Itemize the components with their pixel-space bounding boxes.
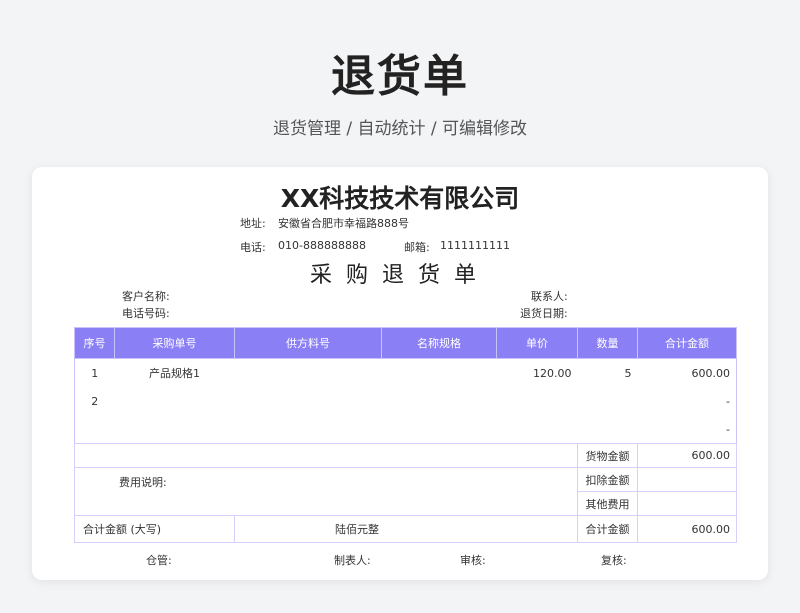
cell-amount[interactable]: - (637, 387, 737, 415)
goods-amount-row: 货物金额 600.00 (74, 443, 737, 468)
cell-supplier[interactable] (235, 359, 382, 388)
cell-spec[interactable] (382, 387, 497, 415)
hero-subtitle: 退货管理 / 自动统计 / 可编辑修改 (272, 119, 528, 139)
other-fee-label: 其他费用 (577, 491, 638, 516)
total-label: 合计金额 (577, 515, 638, 543)
document-title: 采购退货单 (309, 263, 490, 288)
table-header-row: 序号 采购单号 供方料号 名称规格 单价 数量 合计金额 (74, 327, 737, 359)
contact-person-label: 联系人: (531, 290, 568, 303)
deduct-label: 扣除金额 (577, 467, 638, 492)
cell-no[interactable] (74, 415, 115, 444)
header-supplier-part: 供方料号 (234, 327, 382, 359)
total-upper-label: 合计金额 (大写) (74, 515, 235, 543)
warehouse-signature-label: 仓管: (146, 554, 172, 567)
return-form-card: XX科技技术有限公司 地址: 安徽省合肥市幸福路888号 电话: 010-888… (32, 167, 768, 580)
table-row: 2 - (74, 387, 737, 415)
address-label: 地址: (240, 217, 266, 230)
header-spec: 名称规格 (381, 327, 497, 359)
cell-spec[interactable] (381, 415, 497, 444)
cell-order[interactable] (114, 415, 235, 444)
deduct-row: 费用说明: 扣除金额 (74, 467, 737, 516)
cell-qty[interactable]: 5 (578, 359, 638, 388)
goods-amount-value[interactable]: 600.00 (637, 443, 737, 468)
cell-price[interactable] (497, 387, 578, 415)
header-price: 单价 (496, 327, 578, 359)
cell-no[interactable]: 2 (74, 387, 115, 415)
cell-price[interactable] (496, 415, 578, 444)
recheck-signature-label: 复核: (601, 554, 627, 567)
header-qty: 数量 (577, 327, 638, 359)
table-row: 1 产品规格1 120.00 5 600.00 (74, 358, 737, 388)
cell-spec[interactable] (382, 359, 497, 388)
total-row: 合计金额 (大写) 陆佰元整 合计金额 600.00 (74, 515, 737, 543)
cell-no[interactable]: 1 (74, 358, 115, 387)
header-amount: 合计金额 (637, 327, 737, 359)
company-name: XX科技技术有限公司 (280, 184, 520, 213)
customer-name-label: 客户名称: (122, 290, 170, 303)
phone-value: 010-888888888 (278, 239, 366, 252)
table-row: - (74, 415, 737, 444)
maker-signature-label: 制表人: (334, 554, 371, 567)
return-date-label: 退货日期: (520, 307, 568, 320)
cell-amount[interactable]: - (637, 415, 737, 444)
total-upper-value[interactable]: 陆佰元整 (234, 515, 578, 543)
cell-order[interactable] (115, 387, 235, 415)
header-no: 序号 (74, 327, 115, 359)
cell-qty[interactable] (578, 387, 638, 415)
email-label: 邮箱: (404, 241, 430, 254)
cell-amount[interactable]: 600.00 (637, 358, 737, 387)
hero-title: 退货单 (331, 51, 469, 102)
fee-note-label[interactable]: 费用说明: (74, 467, 578, 516)
phone-label: 电话: (240, 241, 266, 254)
address-value: 安徽省合肥市幸福路888号 (278, 217, 409, 230)
email-value: 1111111111 (440, 239, 510, 252)
return-items-table: 序号 采购单号 供方料号 名称规格 单价 数量 合计金额 1 产品规格1 120… (74, 327, 737, 543)
cell-supplier[interactable] (235, 387, 382, 415)
other-fee-value[interactable] (637, 491, 737, 516)
goods-amount-label: 货物金额 (577, 443, 638, 468)
cell-price[interactable]: 120.00 (497, 359, 578, 388)
phone-number-label: 电话号码: (122, 307, 170, 320)
reviewer-signature-label: 审核: (460, 554, 486, 567)
cell-qty[interactable] (577, 415, 638, 444)
cell-supplier[interactable] (234, 415, 382, 444)
deduct-value[interactable] (637, 467, 737, 492)
total-value[interactable]: 600.00 (637, 515, 737, 543)
blank-cell (74, 443, 578, 468)
header-order-no: 采购单号 (114, 327, 235, 359)
cell-order[interactable]: 产品规格1 (115, 359, 235, 388)
